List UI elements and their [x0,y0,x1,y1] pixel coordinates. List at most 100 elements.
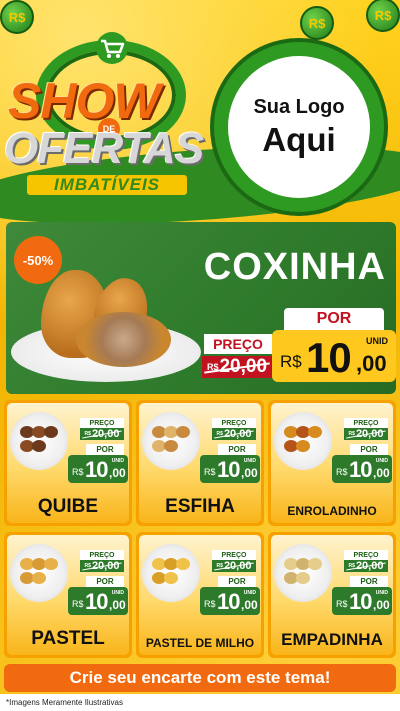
old-price: R$ 20,00 [212,428,256,440]
new-price: R$ 10 ,00 UNID [68,455,128,483]
price-currency: R$ [336,467,348,477]
price-cents: ,00 [241,466,258,480]
product-card[interactable]: PREÇO R$ 20,00 POR R$ 10 ,00 UNID PASTEL [4,532,132,658]
price-integer: 10 [306,334,352,381]
brand-title-show: SHOW [8,73,161,129]
old-price-label: PREÇO [212,550,256,560]
new-price-label: POR [86,576,124,587]
food-piece [32,440,46,452]
logo-line-2: Aqui [262,120,336,158]
food-piece [32,572,46,584]
food-piece [44,426,58,438]
food-piece [44,558,58,570]
coin-icon: R$ [0,0,34,34]
price-integer: 10 [349,589,373,614]
old-price-label: PREÇO [80,550,124,560]
product-name: ESFIHA [165,496,235,517]
new-price: R$ 10 ,00 UNID [272,330,396,382]
old-price: R$ 20,00 [202,356,272,378]
shopping-cart-icon [96,32,128,64]
new-price: R$ 10 ,00 UNID [332,587,392,615]
old-price: R$ 20,00 [212,560,256,572]
food-piece [164,572,178,584]
old-price-label: PREÇO [212,418,256,428]
discount-badge: -50% [14,236,62,284]
old-price: R$ 20,00 [344,560,388,572]
food-piece [164,440,178,452]
product-card[interactable]: PREÇO R$ 20,00 POR R$ 10 ,00 UNID QUIBE [4,400,132,526]
food-piece [176,426,190,438]
price-integer: 10 [217,589,241,614]
old-price: R$ 20,00 [344,428,388,440]
price-integer: 10 [349,457,373,482]
price-cents: ,00 [109,466,126,480]
coin-symbol: R$ [308,15,326,31]
coxinha-filling-image [76,312,171,367]
new-price: R$ 10 ,00 UNID [68,587,128,615]
price-currency: R$ [72,599,84,609]
old-price-label: PREÇO [344,550,388,560]
product-image [10,544,68,602]
old-price-label: PREÇO [80,418,124,428]
price-integer: 10 [85,589,109,614]
price-integer: 10 [85,457,109,482]
price-cents: ,00 [241,598,258,612]
food-piece [296,572,310,584]
product-image [142,544,200,602]
product-name: QUIBE [37,496,99,517]
new-price-label: POR [350,576,388,587]
product-card[interactable]: PREÇO R$ 20,00 POR R$ 10 ,00 UNID PASTEL… [136,532,264,658]
product-image [274,544,332,602]
old-price: R$ 20,00 [80,428,124,440]
price-unit: UNID [243,458,256,464]
new-price-label: POR [218,576,256,587]
food-piece [176,558,190,570]
brand-title-ofertas: OFERTAS [4,124,204,173]
new-price-label: POR [350,444,388,455]
new-price-label: POR [218,444,256,455]
price-cents: ,00 [373,598,390,612]
header: R$ R$ R$ SHOW DE OFERTAS IMBATÍVEIS Sua … [0,0,400,237]
price-unit: UNID [111,590,124,596]
price-currency: R$ [204,599,216,609]
new-price: R$ 10 ,00 UNID [200,587,260,615]
price-currency: R$ [336,599,348,609]
old-price-label: PREÇO [344,418,388,428]
product-card[interactable]: PREÇO R$ 20,00 POR R$ 10 ,00 UNID EMPADI… [268,532,396,658]
create-flyer-button[interactable]: Crie seu encarte com este tema! [4,664,396,692]
price-currency: R$ [72,467,84,477]
disclaimer-footer: *Imagens Meramente Ilustrativas [0,694,400,711]
price-cents: ,00 [356,351,387,376]
food-piece [308,426,322,438]
featured-product-card[interactable]: -50% COXINHA PREÇO R$ 20,00 POR R$ 10 ,0… [6,222,396,394]
new-price: R$ 10 ,00 UNID [332,455,392,483]
price-cents: ,00 [109,598,126,612]
new-price-label: POR [284,308,384,330]
new-price-label: POR [86,444,124,455]
price-unit: UNID [375,458,388,464]
price-cents: ,00 [373,466,390,480]
price-unit: UNID [111,458,124,464]
product-card[interactable]: PREÇO R$ 20,00 POR R$ 10 ,00 UNID ESFIHA [136,400,264,526]
new-price: R$ 10 ,00 UNID [200,455,260,483]
price-currency: R$ [280,352,302,371]
coin-icon: R$ [366,0,400,32]
coin-icon: R$ [300,6,334,40]
price-unit: UNID [243,590,256,596]
product-card[interactable]: PREÇO R$ 20,00 POR R$ 10 ,00 UNID ENROLA… [268,400,396,526]
product-image [10,412,68,470]
old-price-label: PREÇO [204,334,272,354]
price-currency: R$ [204,467,216,477]
logo-line-1: Sua Logo [253,95,345,118]
price-integer: 10 [217,457,241,482]
price-unit: UNID [375,590,388,596]
product-name: PASTEL [31,628,105,649]
food-piece [308,558,322,570]
product-name: EMPADINHA [281,630,383,649]
coin-symbol: R$ [8,9,26,25]
product-image [142,412,200,470]
coin-symbol: R$ [374,7,392,23]
price-unit: UNID [366,336,388,346]
product-name: ENROLADINHO [287,504,377,518]
food-piece [296,440,310,452]
